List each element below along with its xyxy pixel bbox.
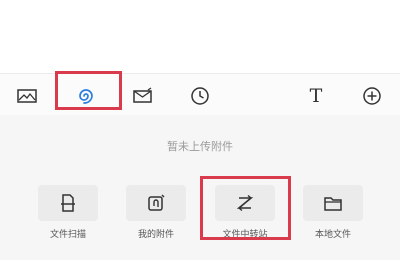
text-icon[interactable]: T — [303, 83, 329, 109]
link-swirl-icon[interactable] — [73, 83, 99, 109]
folder-icon — [324, 197, 342, 211]
file-transfer-button[interactable]: 文件中转站 — [212, 185, 278, 240]
my-attachments-label: 我的附件 — [137, 230, 174, 240]
mail-icon[interactable] — [130, 83, 156, 109]
attachment-panel: 暂未上传附件 文件扫描 我的附件 文件中转站 本地文件 — [0, 115, 400, 260]
my-attachments-button[interactable]: 我的附件 — [123, 185, 189, 240]
attachment-icon-box — [126, 185, 186, 221]
clock-icon[interactable] — [187, 83, 213, 109]
scan-file-icon-box — [38, 185, 98, 221]
scan-file-button[interactable]: 文件扫描 — [35, 185, 101, 240]
attachment-icon — [148, 194, 165, 211]
text-icon-glyph: T — [309, 85, 323, 107]
scan-file-label: 文件扫描 — [49, 230, 86, 240]
editor-toolbar: T — [0, 73, 400, 116]
local-file-label: 本地文件 — [314, 230, 351, 240]
local-file-button[interactable]: 本地文件 — [300, 185, 366, 240]
folder-icon-box — [303, 185, 363, 221]
image-icon[interactable] — [14, 83, 40, 109]
file-transfer-label: 文件中转站 — [222, 230, 268, 240]
scan-file-icon — [61, 194, 75, 212]
transfer-icon-box — [215, 185, 275, 221]
top-blank-area — [0, 0, 400, 73]
add-circle-icon[interactable] — [359, 83, 385, 109]
transfer-icon — [236, 194, 254, 212]
empty-attachment-text: 暂未上传附件 — [167, 140, 233, 153]
